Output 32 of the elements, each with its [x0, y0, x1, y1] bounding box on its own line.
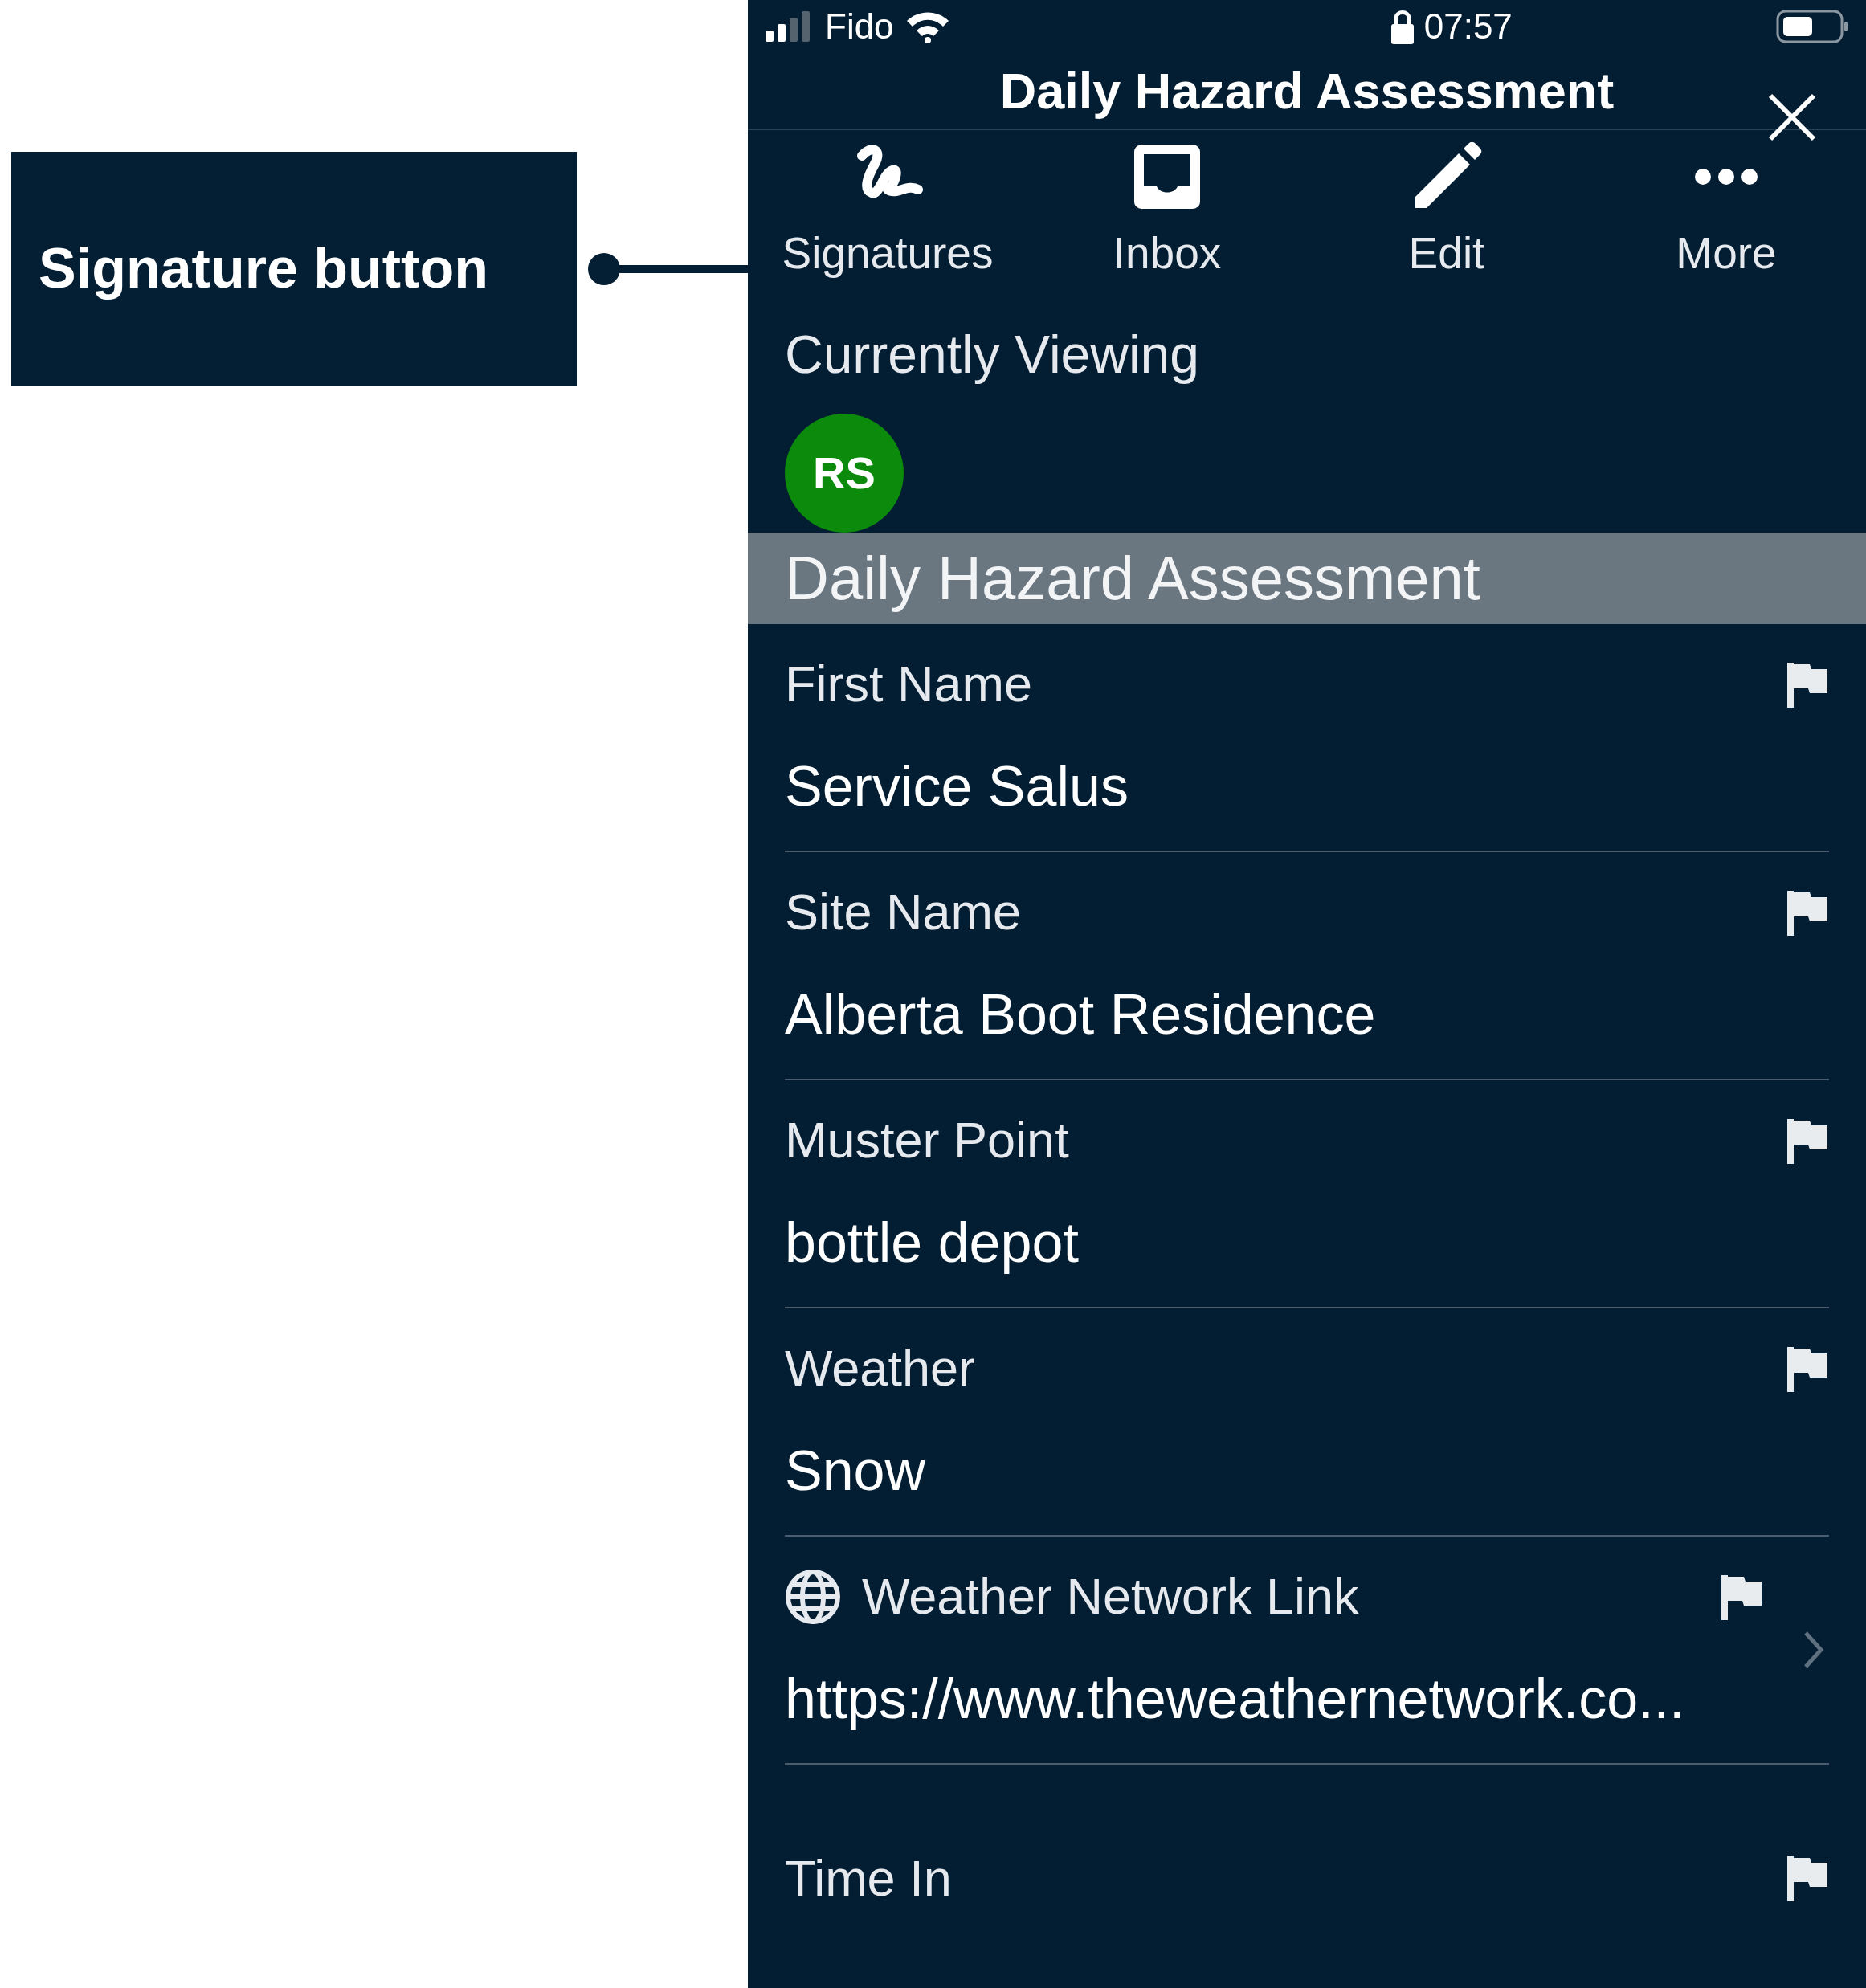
callout-label: Signature button — [11, 152, 577, 386]
carrier-name: Fido — [825, 6, 894, 47]
field-label: Site Name — [785, 883, 1022, 942]
link-value[interactable]: https://www.theweathernetwork.co... — [785, 1656, 1763, 1741]
field-value: bottle depot — [785, 1210, 1080, 1276]
flag-icon[interactable] — [1786, 1855, 1829, 1901]
field-label: Time In — [785, 1848, 952, 1908]
toolbar-button[interactable]: Edit — [1307, 137, 1586, 286]
field-label: First Name — [785, 655, 1033, 714]
toolbar-button[interactable]: Signatures — [748, 137, 1027, 286]
field-label: Muster Point — [785, 1111, 1069, 1170]
globe-icon — [785, 1568, 841, 1625]
battery-icon — [1776, 10, 1848, 43]
toolbar-button[interactable]: More — [1586, 137, 1866, 286]
field-value: Service Salus — [785, 753, 1129, 819]
user-avatar: RS — [785, 414, 904, 533]
toolbar-button[interactable]: Inbox — [1027, 137, 1307, 286]
field-value: Alberta Boot Residence — [785, 982, 1377, 1047]
flag-icon[interactable] — [1786, 660, 1829, 708]
chevron-right-icon[interactable] — [1803, 1631, 1824, 1669]
form-section-header: Daily Hazard Assessment — [748, 533, 1866, 624]
section-heading: Currently Viewing — [785, 324, 1200, 386]
lock-icon — [1390, 9, 1415, 44]
field-label: Weather Network Link — [862, 1567, 1359, 1627]
field-label: Weather — [785, 1339, 975, 1398]
flag-icon[interactable] — [1786, 888, 1829, 936]
flag-icon[interactable] — [1786, 1116, 1829, 1164]
window-title: Daily Hazard Assessment — [999, 62, 1615, 120]
field-value: Snow — [785, 1438, 927, 1504]
flag-icon[interactable] — [1720, 1573, 1763, 1620]
clock-time: 07:57 — [1423, 6, 1513, 47]
flag-icon[interactable] — [1786, 1345, 1829, 1392]
